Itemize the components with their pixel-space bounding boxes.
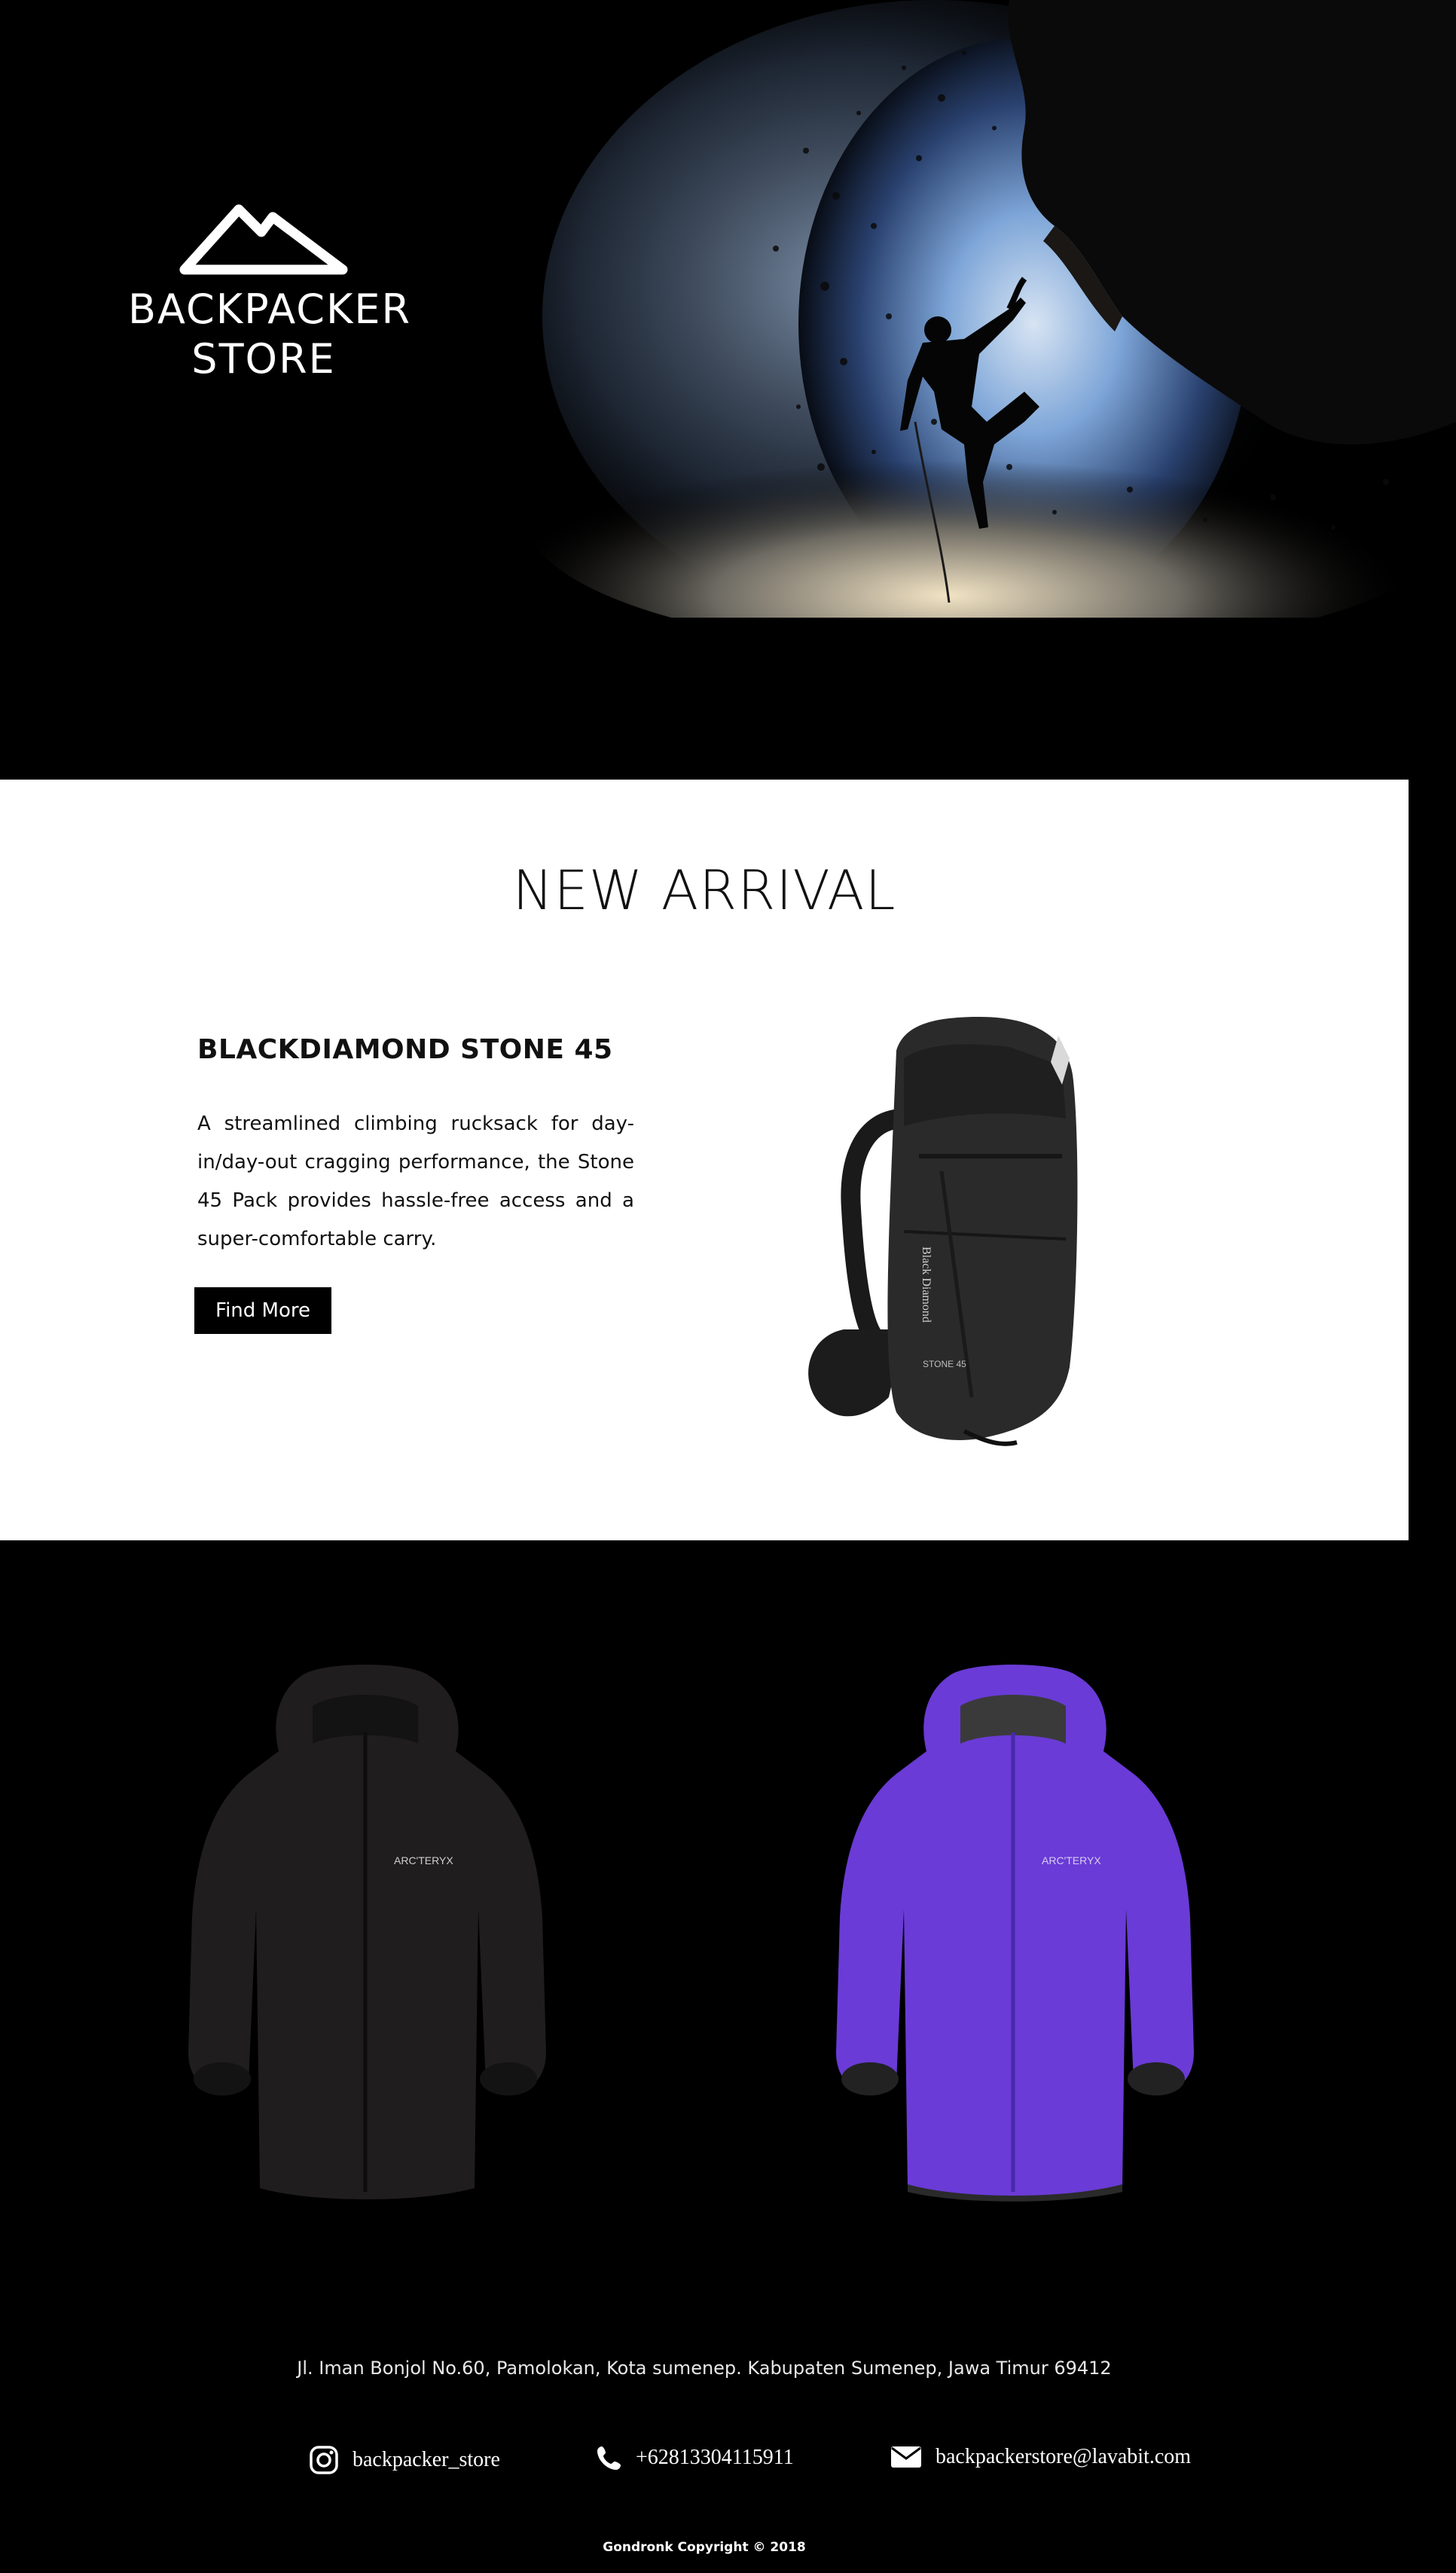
- hero-banner: BACKPACKER STORE: [0, 0, 1456, 780]
- brand-name-line1: BACKPACKER: [128, 285, 412, 333]
- instagram-icon: [310, 2446, 338, 2474]
- instagram-handle: backpacker_store: [353, 2448, 500, 2471]
- find-more-button[interactable]: Find More: [194, 1287, 331, 1334]
- climber-hero-image: [482, 0, 1456, 663]
- envelope-icon: [891, 2446, 921, 2468]
- new-arrival-section: NEW ARRIVAL BLACKDIAMOND STONE 45 A stre…: [0, 780, 1409, 1540]
- jackets-section: ARC'TERYX ARC'TERYX: [0, 1540, 1456, 2218]
- store-address: Jl. Iman Bonjol No.60, Pamolokan, Kota s…: [297, 2358, 1112, 2379]
- jacket-brand-label: ARC'TERYX: [1042, 1854, 1101, 1866]
- backpack-brand-label: Black Diamond: [920, 1247, 933, 1323]
- purple-jacket-image[interactable]: ARC'TERYX: [817, 1661, 1209, 2218]
- brand-name-line2: STORE: [191, 335, 336, 383]
- brand-name: BACKPACKER STORE: [128, 285, 412, 384]
- copyright: Gondronk Copyright © 2018: [603, 2540, 806, 2555]
- product-description: A streamlined climbing rucksack for day-…: [197, 1113, 634, 1250]
- brand-logo[interactable]: BACKPACKER STORE: [128, 179, 412, 384]
- new-arrival-title: NEW ARRIVAL: [512, 859, 896, 922]
- jacket-brand-label: ARC'TERYX: [394, 1854, 453, 1866]
- phone-icon: [597, 2446, 621, 2470]
- mountain-icon: [179, 204, 348, 275]
- black-jacket-image[interactable]: ARC'TERYX: [169, 1661, 561, 2218]
- backpack-image: Black Diamond STONE 45: [808, 1017, 1078, 1446]
- product-name: BLACKDIAMOND STONE 45: [197, 1034, 613, 1065]
- email-link[interactable]: backpackerstore@lavabit.com: [890, 2445, 1191, 2469]
- phone-link[interactable]: +62813304115911: [597, 2445, 794, 2471]
- email-address: backpackerstore@lavabit.com: [936, 2445, 1192, 2468]
- phone-number: +62813304115911: [636, 2446, 794, 2469]
- backpack-model-label: STONE 45: [923, 1359, 966, 1369]
- instagram-link[interactable]: backpacker_store: [309, 2445, 500, 2475]
